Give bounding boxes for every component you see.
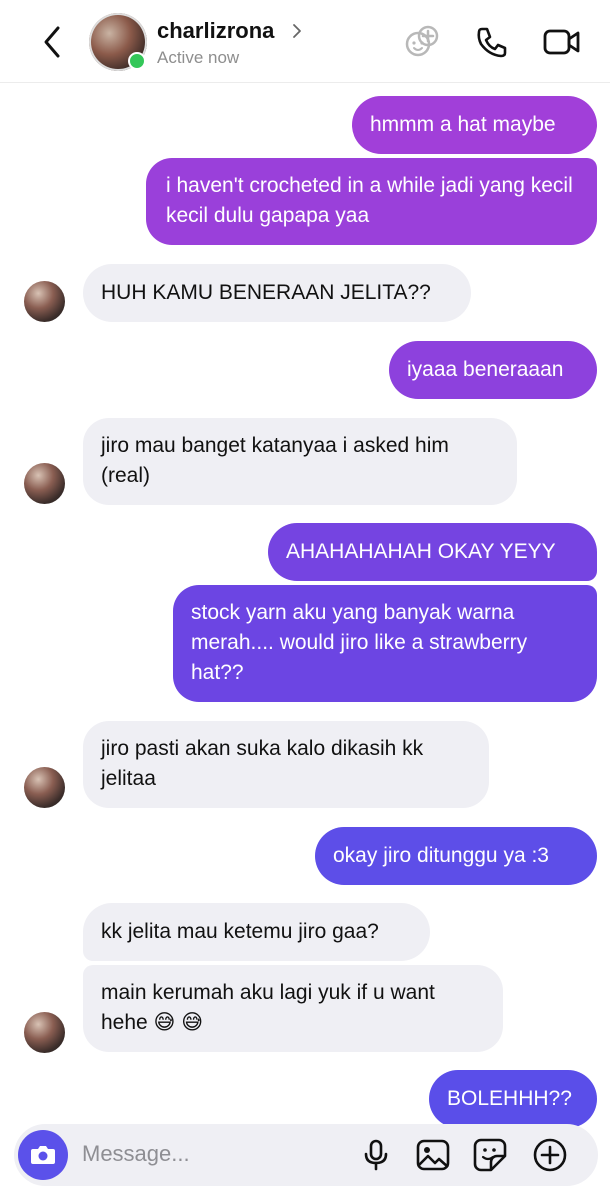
message-text: main kerumah aku lagi yuk if u want hehe… <box>101 981 435 1034</box>
phone-icon[interactable] <box>472 22 512 62</box>
message-text: hmmm a hat maybe <box>370 113 556 136</box>
contact-avatar[interactable] <box>24 281 65 322</box>
message-bubble-received[interactable]: jiro mau banget katanyaa i asked him (re… <box>83 418 517 505</box>
contact-avatar[interactable] <box>24 767 65 808</box>
message-text: i haven't crocheted in a while jadi yang… <box>166 174 573 227</box>
message-bubble-sent[interactable]: okay jiro ditunggu ya :3 <box>315 827 597 885</box>
message-text: iyaaa beneraaan <box>407 358 564 381</box>
contact-avatar[interactable] <box>24 1012 65 1053</box>
message-text: jiro pasti akan suka kalo dikasih kk jel… <box>101 737 424 790</box>
message-bubble-sent[interactable]: BOLEHHH?? <box>429 1070 597 1128</box>
message-text: BOLEHHH?? <box>447 1087 572 1110</box>
online-indicator <box>128 52 146 70</box>
games-icon[interactable] <box>402 22 442 62</box>
message-bubble-sent[interactable]: i haven't crocheted in a while jadi yang… <box>146 158 597 245</box>
message-bubble-received[interactable]: kk jelita mau ketemu jiro gaa? <box>83 903 430 961</box>
sticker-icon[interactable] <box>472 1137 508 1173</box>
message-bubble-received[interactable]: jiro pasti akan suka kalo dikasih kk jel… <box>83 721 489 808</box>
message-bubble-sent[interactable]: hmmm a hat maybe <box>352 96 597 154</box>
message-text: jiro mau banget katanyaa i asked him (re… <box>101 434 449 487</box>
message-bubble-sent[interactable]: AHAHAHAHAH OKAY YEYY <box>268 523 597 581</box>
gallery-icon[interactable] <box>415 1137 451 1173</box>
microphone-icon[interactable] <box>358 1137 394 1173</box>
chat-header: charlizrona Active now <box>0 0 610 83</box>
message-bubble-sent[interactable]: iyaaa beneraaan <box>389 341 597 399</box>
message-bubble-received[interactable]: main kerumah aku lagi yuk if u want hehe… <box>83 965 503 1052</box>
message-text: okay jiro ditunggu ya :3 <box>333 844 549 867</box>
message-text: stock yarn aku yang banyak warna merah..… <box>191 601 528 684</box>
message-text: HUH KAMU BENERAAN JELITA?? <box>101 281 431 304</box>
active-status: Active now <box>157 48 240 67</box>
camera-icon <box>31 1146 55 1164</box>
message-text: kk jelita mau ketemu jiro gaa? <box>101 920 379 943</box>
message-input[interactable]: Message... <box>82 1141 190 1167</box>
camera-button[interactable] <box>18 1130 68 1180</box>
profile-avatar[interactable] <box>89 13 147 71</box>
message-bubble-received[interactable]: HUH KAMU BENERAAN JELITA?? <box>83 264 471 322</box>
message-bubble-sent[interactable]: stock yarn aku yang banyak warna merah..… <box>173 585 597 702</box>
contact-avatar[interactable] <box>24 463 65 504</box>
message-composer: Message... <box>14 1124 598 1186</box>
plus-icon[interactable] <box>532 1137 568 1173</box>
message-text: AHAHAHAHAH OKAY YEYY <box>286 540 556 563</box>
chevron-right-icon[interactable] <box>290 20 304 42</box>
video-icon[interactable] <box>542 22 582 62</box>
back-icon[interactable] <box>38 24 68 60</box>
contact-username[interactable]: charlizrona <box>157 18 274 44</box>
